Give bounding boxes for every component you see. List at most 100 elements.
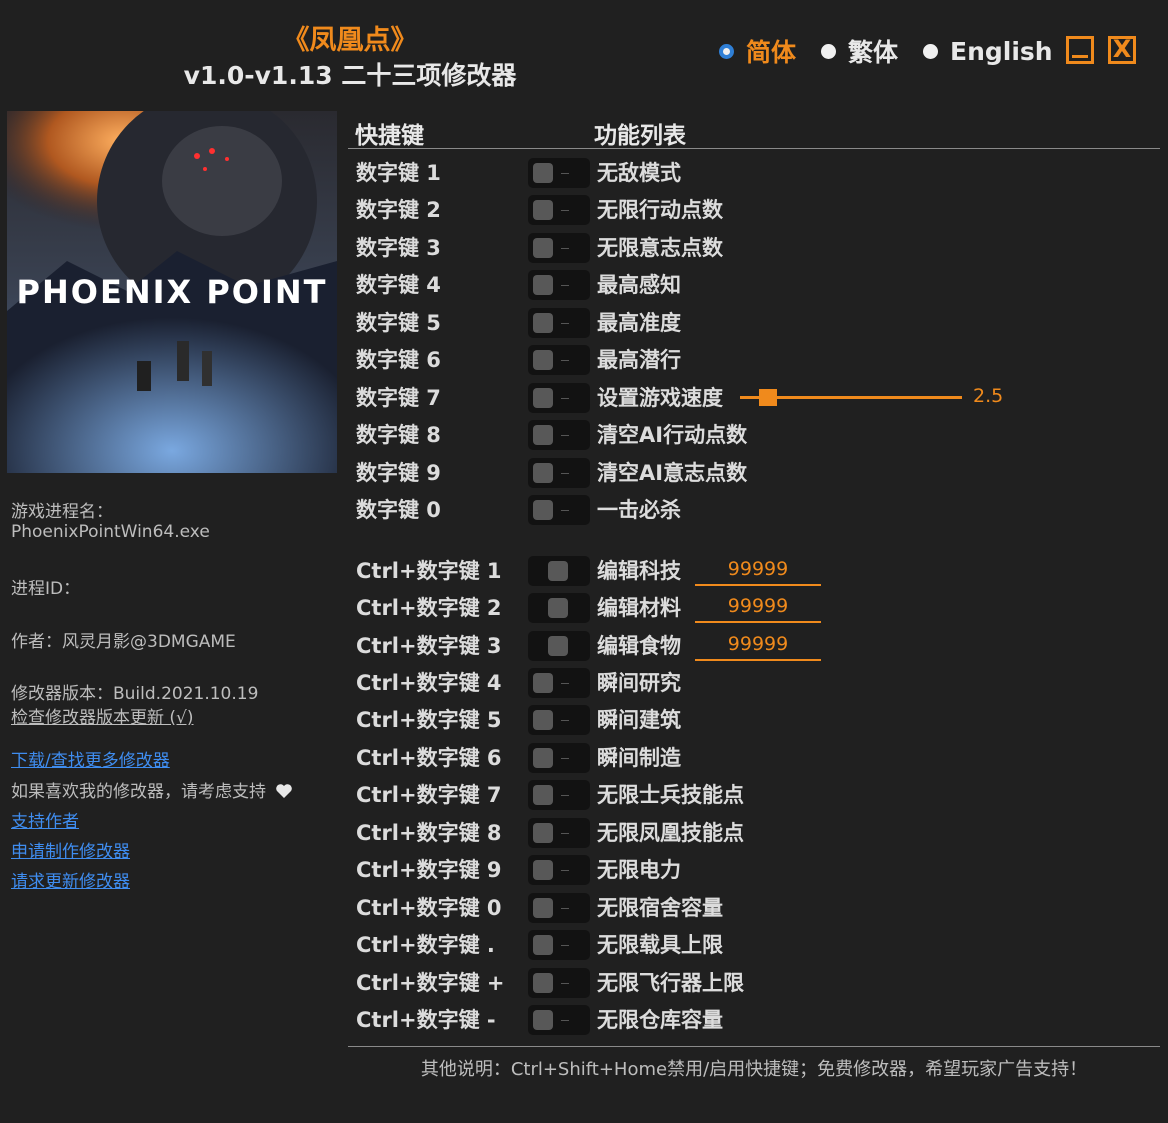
feature-label: 无敌模式	[597, 161, 681, 185]
toggle-knob	[533, 388, 553, 408]
feature-label: 无限飞行器上限	[597, 971, 744, 995]
toggle-knob	[533, 673, 553, 693]
cheat-toggle[interactable]	[528, 743, 590, 773]
toggle-dash	[561, 510, 569, 511]
hotkey-label: Ctrl+数字键 7	[356, 783, 502, 807]
cheat-toggle[interactable]	[528, 345, 590, 375]
cheat-row: Ctrl+数字键 - 无限仓库容量	[0, 1001, 1168, 1038]
toggle-knob	[548, 561, 568, 581]
toggle-dash	[561, 1020, 569, 1021]
lang-option-english[interactable]: English	[923, 34, 1053, 68]
lang-label: 简体	[746, 38, 797, 67]
cheat-toggle[interactable]	[528, 668, 590, 698]
hotkey-label: Ctrl+数字键 0	[356, 896, 502, 920]
lang-option-traditional[interactable]: 繁体	[821, 34, 898, 68]
toggle-knob	[533, 860, 553, 880]
cheat-toggle[interactable]	[528, 556, 590, 586]
feature-label: 编辑材料	[597, 596, 681, 620]
feature-label: 无限仓库容量	[597, 1008, 723, 1032]
cheat-row: Ctrl+数字键 9 无限电力	[0, 851, 1168, 888]
toggle-dash	[561, 210, 569, 211]
cheat-row: Ctrl+数字键 2 编辑材料	[0, 589, 1168, 626]
cheat-row: 数字键 0 一击必杀	[0, 491, 1168, 528]
hotkey-label: 数字键 6	[356, 348, 441, 372]
toggle-knob	[533, 785, 553, 805]
cheat-row: Ctrl+数字键 1 编辑科技	[0, 552, 1168, 589]
materials-value-input[interactable]	[695, 591, 821, 623]
toggle-dash	[561, 758, 569, 759]
cheat-toggle[interactable]	[528, 968, 590, 998]
cheat-toggle[interactable]	[528, 593, 590, 623]
toggle-knob	[533, 898, 553, 918]
cheat-toggle[interactable]	[528, 383, 590, 413]
feature-label: 编辑食物	[597, 634, 681, 658]
cheat-toggle[interactable]	[528, 270, 590, 300]
hotkey-label: 数字键 5	[356, 311, 441, 335]
cheat-row: 数字键 7 设置游戏速度 2.5	[0, 379, 1168, 416]
cheat-toggle[interactable]	[528, 420, 590, 450]
cheat-toggle[interactable]	[528, 458, 590, 488]
lang-option-simplified[interactable]: 简体	[719, 34, 796, 68]
cheat-toggle[interactable]	[528, 631, 590, 661]
hotkey-column-header: 快捷键	[355, 123, 424, 149]
feature-label: 无限宿舍容量	[597, 896, 723, 920]
cheat-toggle[interactable]	[528, 930, 590, 960]
cheat-toggle[interactable]	[528, 158, 590, 188]
hotkey-label: 数字键 0	[356, 498, 441, 522]
hotkey-label: Ctrl+数字键 8	[356, 821, 502, 845]
close-button[interactable]: X	[1108, 36, 1136, 64]
radio-icon	[821, 43, 836, 59]
feature-label: 编辑科技	[597, 559, 681, 583]
cheat-toggle[interactable]	[528, 893, 590, 923]
feature-label: 无限载具上限	[597, 933, 723, 957]
hotkey-label: 数字键 3	[356, 236, 441, 260]
toggle-knob	[548, 636, 568, 656]
cheat-toggle[interactable]	[528, 195, 590, 225]
feature-label: 无限意志点数	[597, 236, 723, 260]
cheat-toggle[interactable]	[528, 308, 590, 338]
cheat-row: Ctrl+数字键 3 编辑食物	[0, 627, 1168, 664]
tech-value-input[interactable]	[695, 554, 821, 586]
feature-label: 清空AI意志点数	[597, 461, 748, 485]
cheat-toggle[interactable]	[528, 1005, 590, 1035]
app-title: 《凤凰点》	[282, 25, 418, 56]
cheat-row: Ctrl+数字键 6 瞬间制造	[0, 739, 1168, 776]
hotkey-label: 数字键 4	[356, 273, 441, 297]
cheat-toggle[interactable]	[528, 233, 590, 263]
game-speed-slider[interactable]	[740, 379, 962, 416]
hotkey-label: Ctrl+数字键 2	[356, 596, 502, 620]
cheat-toggle[interactable]	[528, 780, 590, 810]
slider-thumb[interactable]	[758, 389, 777, 406]
minimize-button[interactable]	[1066, 36, 1094, 64]
radio-selected-icon	[719, 43, 734, 59]
cheat-row: 数字键 1 无敌模式	[0, 154, 1168, 191]
hotkey-label: Ctrl+数字键 +	[356, 971, 505, 995]
footer-divider	[348, 1046, 1160, 1047]
toggle-knob	[533, 1010, 553, 1030]
hotkey-label: Ctrl+数字键 5	[356, 708, 502, 732]
feature-label: 无限凤凰技能点	[597, 821, 744, 845]
cheat-toggle[interactable]	[528, 855, 590, 885]
toggle-dash	[561, 435, 569, 436]
cheat-row: Ctrl+数字键 8 无限凤凰技能点	[0, 814, 1168, 851]
toggle-dash	[561, 870, 569, 871]
food-value-input[interactable]	[695, 629, 821, 661]
cheat-row: 数字键 3 无限意志点数	[0, 229, 1168, 266]
cheat-toggle[interactable]	[528, 705, 590, 735]
app-subtitle: v1.0-v1.13 二十三项修改器	[183, 61, 517, 90]
lang-label: English	[950, 36, 1053, 66]
cheat-row: 数字键 2 无限行动点数	[0, 191, 1168, 228]
toggle-dash	[561, 248, 569, 249]
toggle-knob	[533, 425, 553, 445]
feature-label: 设置游戏速度	[597, 386, 723, 410]
cheat-toggle[interactable]	[528, 818, 590, 848]
toggle-knob	[533, 350, 553, 370]
hotkey-label: 数字键 8	[356, 423, 441, 447]
cheat-toggle[interactable]	[528, 495, 590, 525]
toggle-knob	[533, 200, 553, 220]
toggle-dash	[561, 983, 569, 984]
lang-label: 繁体	[848, 38, 899, 67]
toggle-knob	[533, 748, 553, 768]
cheat-row: Ctrl+数字键 + 无限飞行器上限	[0, 964, 1168, 1001]
feature-label: 无限士兵技能点	[597, 783, 744, 807]
